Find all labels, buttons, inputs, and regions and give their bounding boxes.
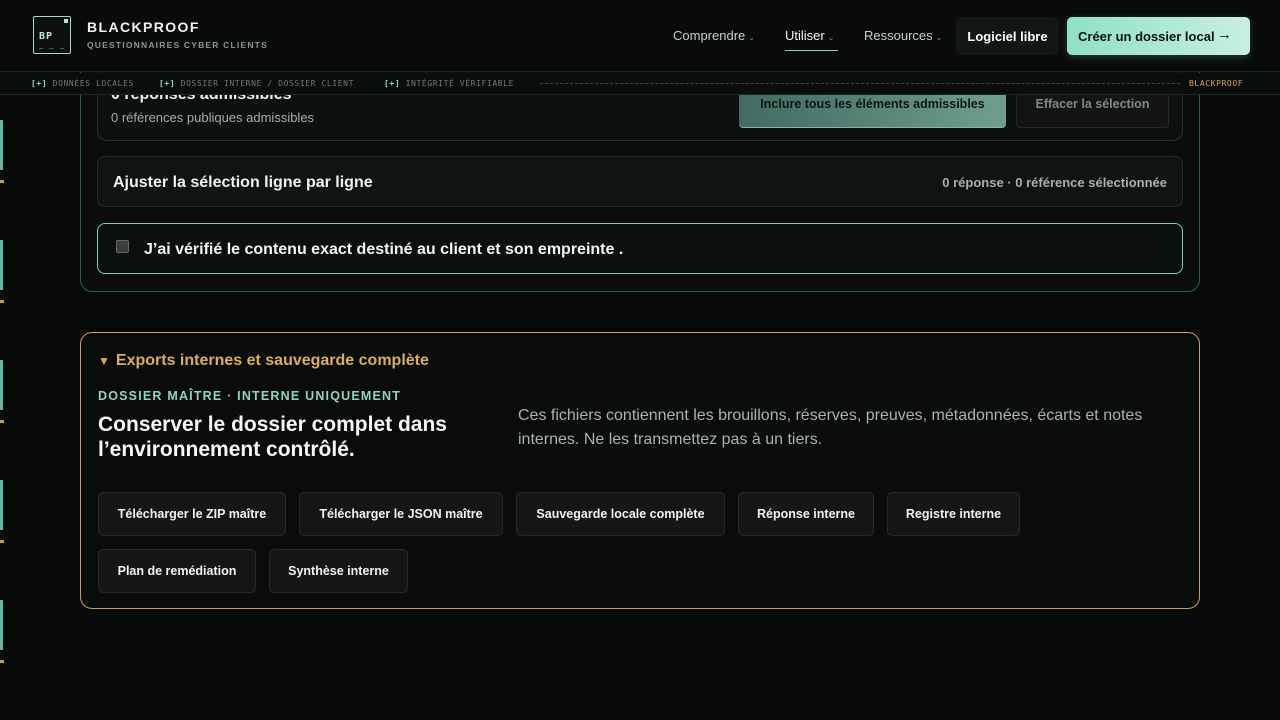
full-local-backup-button[interactable]: Sauvegarde locale complète bbox=[516, 492, 725, 536]
selection-count: 0 réponse · 0 référence sélectionnée bbox=[942, 175, 1167, 190]
site-header: BP — — — BLACKPROOF QUESTIONNAIRES CYBER… bbox=[0, 0, 1280, 72]
download-master-zip-button[interactable]: Télécharger le ZIP maître bbox=[98, 492, 286, 536]
internal-summary-button[interactable]: Synthèse interne bbox=[269, 549, 408, 593]
nav-ressources[interactable]: Ressources ⌄ bbox=[864, 28, 942, 43]
ticker-brand: BLACKPROOF bbox=[1189, 79, 1244, 88]
admissible-references-count: 0 références publiques admissibles bbox=[111, 110, 315, 125]
ticker-divider bbox=[540, 83, 1180, 84]
chevron-down-icon: ⌄ bbox=[748, 33, 755, 42]
feature-ticker: [+] DONNÉES LOCALES [+] DOSSIER INTERNE … bbox=[0, 73, 1280, 95]
nav-ressources-label: Ressources bbox=[864, 28, 933, 43]
exports-description: Ces fichiers contiennent les brouillons,… bbox=[518, 407, 1143, 448]
exports-eyebrow: DOSSIER MAÎTRE · INTERNE UNIQUEMENT bbox=[98, 389, 402, 403]
brand-tagline: QUESTIONNAIRES CYBER CLIENTS bbox=[87, 40, 268, 50]
ticker-item: [+] DONNÉES LOCALES bbox=[31, 79, 134, 88]
logo[interactable]: BP — — — bbox=[33, 16, 71, 54]
internal-exports-panel: ▼ Exports internes et sauvegarde complète… bbox=[80, 332, 1200, 609]
active-nav-underline bbox=[785, 50, 838, 51]
exports-toggle-label: Exports internes et sauvegarde complète bbox=[115, 352, 429, 369]
ticker-item: [+] INTÉGRITÉ VÉRIFIABLE bbox=[384, 79, 514, 88]
remediation-plan-button[interactable]: Plan de remédiation bbox=[98, 549, 256, 593]
chevron-down-icon: ⌄ bbox=[827, 33, 835, 42]
adjust-selection-row[interactable]: Ajuster la sélection ligne par ligne 0 r… bbox=[97, 156, 1183, 207]
logo-corner-icon bbox=[64, 19, 68, 23]
nav-utiliser-label: Utiliser bbox=[785, 28, 825, 43]
triangle-down-icon: ▼ bbox=[98, 354, 110, 368]
verify-content-row[interactable]: J’ai vérifié le contenu exact destiné au… bbox=[97, 223, 1183, 274]
nav-comprendre-label: Comprendre bbox=[673, 28, 746, 43]
ticker-item: [+] DOSSIER INTERNE / DOSSIER CLIENT bbox=[159, 79, 354, 88]
verify-checkbox[interactable] bbox=[116, 240, 129, 253]
chevron-down-icon: ⌄ bbox=[935, 33, 943, 42]
internal-register-button[interactable]: Registre interne bbox=[887, 492, 1020, 536]
create-local-folder-button[interactable]: Créer un dossier local → bbox=[1067, 17, 1250, 55]
open-source-button[interactable]: Logiciel libre bbox=[956, 17, 1059, 55]
adjust-selection-title: Ajuster la sélection ligne par ligne bbox=[113, 174, 373, 191]
arrow-right-icon: → bbox=[1217, 26, 1232, 43]
left-edge-decoration bbox=[0, 0, 4, 720]
download-master-json-button[interactable]: Télécharger le JSON maître bbox=[299, 492, 503, 536]
nav-utiliser[interactable]: Utiliser ⌄ bbox=[785, 28, 834, 43]
verify-label: J’ai vérifié le contenu exact destiné au… bbox=[144, 241, 624, 258]
create-local-folder-label: Créer un dossier local bbox=[1078, 28, 1215, 44]
logo-dash: — — — bbox=[39, 44, 66, 52]
logo-initials: BP bbox=[39, 31, 54, 42]
brand-name[interactable]: BLACKPROOF bbox=[87, 19, 200, 35]
exports-disclosure-toggle[interactable]: ▼ Exports internes et sauvegarde complète bbox=[98, 352, 429, 370]
nav-comprendre[interactable]: Comprendre ⌄ bbox=[673, 28, 755, 43]
internal-response-button[interactable]: Réponse interne bbox=[738, 492, 874, 536]
exports-heading: Conserver le dossier complet dans l’envi… bbox=[98, 413, 447, 461]
